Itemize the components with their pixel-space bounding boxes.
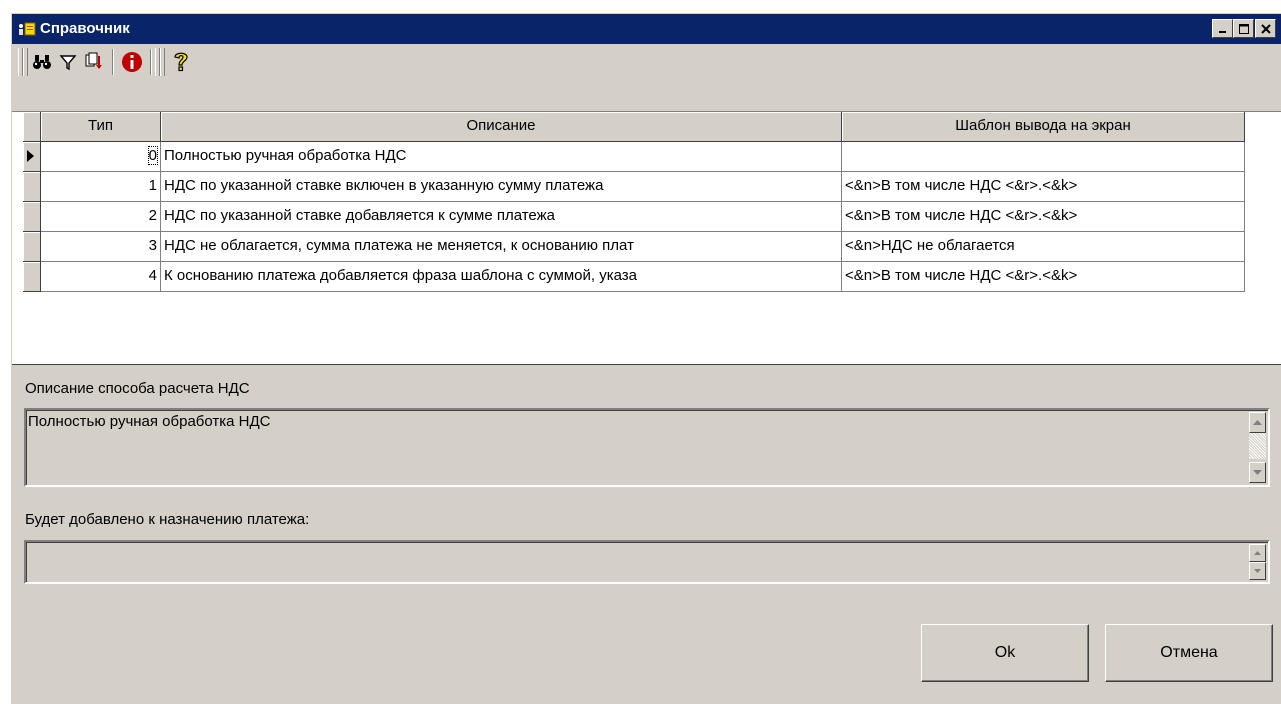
append-label: Будет добавлено к назначению платежа: <box>25 511 310 528</box>
row-indicator[interactable] <box>23 172 41 202</box>
reference-book-icon <box>19 22 36 36</box>
description-memo-text: Полностью ручная обработка НДС <box>28 413 271 430</box>
table-cell-type[interactable]: 3 <box>41 232 161 262</box>
maximize-icon <box>1238 23 1249 34</box>
column-header-template[interactable]: Шаблон вывода на экран <box>842 112 1245 142</box>
help-icon <box>174 52 188 72</box>
spin-down-arrow-icon <box>1254 569 1261 573</box>
current-row-arrow-icon <box>27 150 34 162</box>
title-bar[interactable]: Справочник <box>12 14 1281 44</box>
scroll-down-button[interactable] <box>1249 462 1266 483</box>
filter-icon <box>59 55 77 71</box>
toolbar <box>12 44 1281 80</box>
table-cell-description[interactable]: НДС по указанной ставке включен в указан… <box>161 172 842 202</box>
table-cell-description[interactable]: К основанию платежа добавляется фраза ша… <box>161 262 842 292</box>
spin-up-button[interactable] <box>1249 544 1266 562</box>
row-indicator[interactable] <box>23 232 41 262</box>
focused-cell-value: 0 <box>147 146 159 165</box>
table-cell-type[interactable]: 1 <box>41 172 161 202</box>
dialog-window: Справочник Тип Описание Шаблон вывода на… <box>10 12 1281 704</box>
toolbar-grip[interactable] <box>23 48 28 76</box>
info-icon <box>122 52 142 72</box>
table-cell-type[interactable]: 0 <box>41 142 161 172</box>
table-cell-type[interactable]: 2 <box>41 202 161 232</box>
append-field[interactable] <box>24 540 1270 584</box>
column-header-description[interactable]: Описание <box>161 112 842 142</box>
description-label: Описание способа расчета НДС <box>25 380 250 397</box>
toolbar-grip[interactable] <box>160 48 165 76</box>
table-cell-template[interactable]: <&n>НДС не облагается <box>842 232 1245 262</box>
scroll-up-arrow-icon <box>1253 419 1262 425</box>
help-button[interactable] <box>168 48 194 76</box>
description-memo[interactable]: Полностью ручная обработка НДС <box>24 408 1270 487</box>
table-cell-description[interactable]: Полностью ручная обработка НДС <box>161 142 842 172</box>
table-cell-template[interactable]: <&n>В том числе НДС <&r>.<&k> <box>842 262 1245 292</box>
toolbar-separator <box>112 49 114 75</box>
close-icon <box>1260 23 1271 34</box>
maximize-button[interactable] <box>1233 19 1254 38</box>
close-button[interactable] <box>1255 19 1276 38</box>
table-cell-template[interactable] <box>842 142 1245 172</box>
scroll-up-button[interactable] <box>1249 412 1266 433</box>
sort-button[interactable] <box>81 48 107 76</box>
table-cell-template[interactable]: <&n>В том числе НДС <&r>.<&k> <box>842 202 1245 232</box>
row-indicator[interactable] <box>23 142 41 172</box>
table-corner <box>23 112 41 142</box>
cancel-button[interactable]: Отмена <box>1105 624 1273 682</box>
sort-icon <box>85 52 102 69</box>
reference-table: Тип Описание Шаблон вывода на экран 0 По… <box>12 111 1281 365</box>
spin-up-arrow-icon <box>1254 551 1261 555</box>
column-header-type[interactable]: Тип <box>41 112 161 142</box>
table-cell-type[interactable]: 4 <box>41 262 161 292</box>
scroll-down-arrow-icon <box>1253 469 1262 475</box>
row-indicator[interactable] <box>23 202 41 232</box>
filter-button[interactable] <box>55 48 81 76</box>
find-button[interactable] <box>29 48 55 76</box>
spin-down-button[interactable] <box>1249 562 1266 580</box>
window-title: Справочник <box>40 20 130 37</box>
table-cell-template[interactable]: <&n>В том числе НДС <&r>.<&k> <box>842 172 1245 202</box>
row-indicator[interactable] <box>23 262 41 292</box>
table-cell-description[interactable]: НДС не облагается, сумма платежа не меня… <box>161 232 842 262</box>
table-cell-description[interactable]: НДС по указанной ставке добавляется к су… <box>161 202 842 232</box>
toolbar-separator <box>150 49 152 75</box>
minimize-button[interactable] <box>1212 19 1233 38</box>
scroll-track[interactable] <box>1249 433 1266 459</box>
info-button[interactable] <box>119 48 145 76</box>
binoculars-icon <box>33 55 51 69</box>
minimize-icon <box>1218 30 1226 33</box>
ok-button[interactable]: Ok <box>921 624 1089 682</box>
